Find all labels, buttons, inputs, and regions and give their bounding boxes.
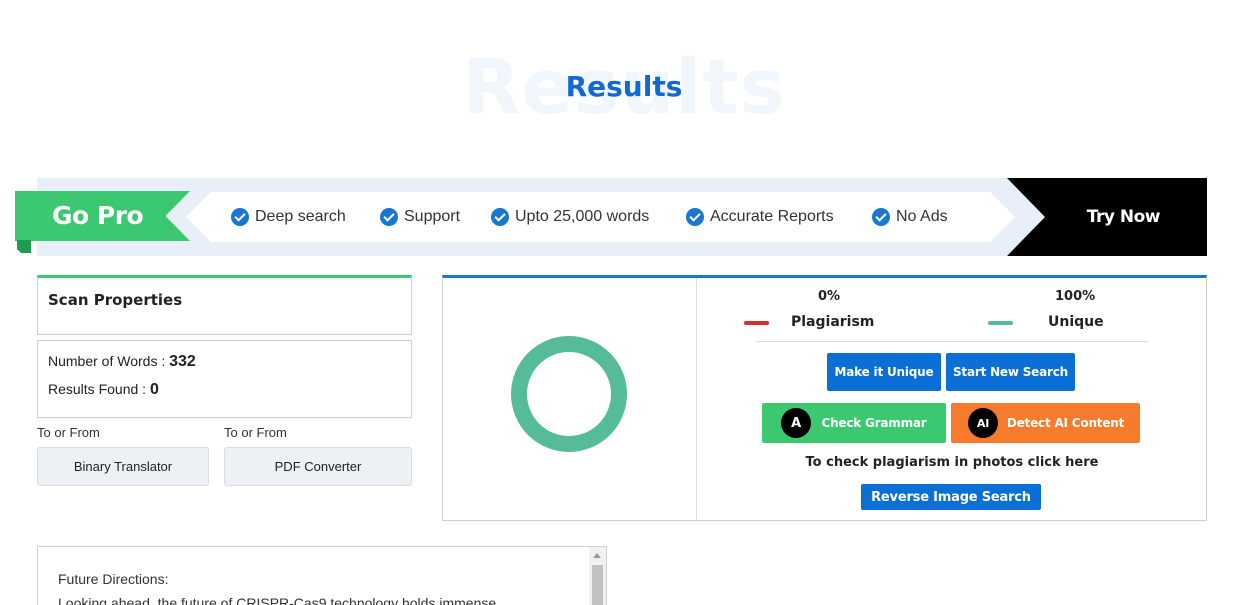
go-pro-badge-fold	[17, 240, 31, 253]
content-line: Looking ahead, the future of CRISPR-Cas9…	[58, 595, 497, 605]
detect-ai-content-label: Detect AI Content	[1006, 416, 1125, 430]
feature-label: No Ads	[896, 208, 948, 225]
feature-label: Accurate Reports	[710, 208, 834, 225]
scan-properties-panel: Scan Properties	[37, 275, 412, 335]
scan-properties-title: Scan Properties	[48, 291, 183, 309]
tool-caption-pdf: To or From	[224, 425, 287, 440]
detect-ai-content-button[interactable]: AI Detect AI Content	[951, 403, 1140, 443]
feature-label: Support	[404, 208, 461, 225]
check-grammar-label: Check Grammar	[821, 416, 927, 430]
check-grammar-button[interactable]: A Check Grammar	[762, 403, 946, 443]
results-found: Results Found : 0	[48, 381, 159, 399]
results-found-label: Results Found :	[48, 381, 147, 397]
word-count: Number of Words : 332	[48, 353, 196, 371]
plagiarism-legend-label: Plagiarism	[791, 314, 875, 330]
check-circle-icon	[491, 208, 509, 226]
scroll-up-arrow-icon[interactable]	[593, 553, 601, 558]
unique-legend-swatch	[988, 321, 1013, 325]
go-pro-label: Go Pro	[52, 201, 144, 230]
feature-label: Deep search	[255, 208, 346, 225]
results-found-value: 0	[149, 381, 159, 398]
check-circle-icon	[380, 208, 398, 226]
page-title: Results	[565, 70, 683, 103]
word-count-value: 332	[169, 353, 196, 370]
scroll-thumb[interactable]	[592, 565, 603, 605]
feature-no-ads: No Ads	[872, 206, 948, 228]
make-it-unique-button[interactable]: Make it Unique	[827, 353, 941, 391]
plagiarism-legend-swatch	[744, 321, 769, 325]
feature-support: Support	[380, 206, 460, 228]
start-new-search-button[interactable]: Start New Search	[946, 353, 1075, 391]
feature-label: Upto 25,000 words	[515, 208, 650, 225]
uniqueness-donut-chart	[511, 336, 627, 452]
panel-divider	[696, 278, 697, 520]
binary-translator-button[interactable]: Binary Translator	[37, 447, 209, 486]
textarea-scrollbar[interactable]	[589, 547, 606, 605]
feature-deep-search: Deep search	[231, 206, 346, 228]
content-textarea[interactable]: Future Directions: Looking ahead, the fu…	[37, 546, 607, 605]
check-circle-icon	[686, 208, 704, 226]
tool-caption-binary: To or From	[37, 425, 100, 440]
feature-accurate-reports: Accurate Reports	[686, 206, 834, 228]
ai-icon: AI	[968, 408, 998, 438]
unique-percent: 100%	[1055, 289, 1096, 304]
legend-divider	[756, 341, 1148, 342]
plagiarism-percent: 0%	[818, 289, 841, 304]
reverse-image-search-button[interactable]: Reverse Image Search	[861, 484, 1041, 510]
check-circle-icon	[872, 208, 890, 226]
word-count-label: Number of Words :	[48, 353, 166, 369]
content-line: Future Directions:	[58, 571, 169, 587]
check-circle-icon	[231, 208, 249, 226]
grammar-icon: A	[781, 408, 811, 438]
pdf-converter-button[interactable]: PDF Converter	[224, 447, 412, 486]
photo-plagiarism-text: To check plagiarism in photos click here	[805, 455, 1099, 470]
feature-word-limit: Upto 25,000 words	[491, 206, 649, 228]
unique-legend-label: Unique	[1048, 314, 1104, 330]
scan-stats-panel: Number of Words : 332 Results Found : 0	[37, 340, 412, 418]
